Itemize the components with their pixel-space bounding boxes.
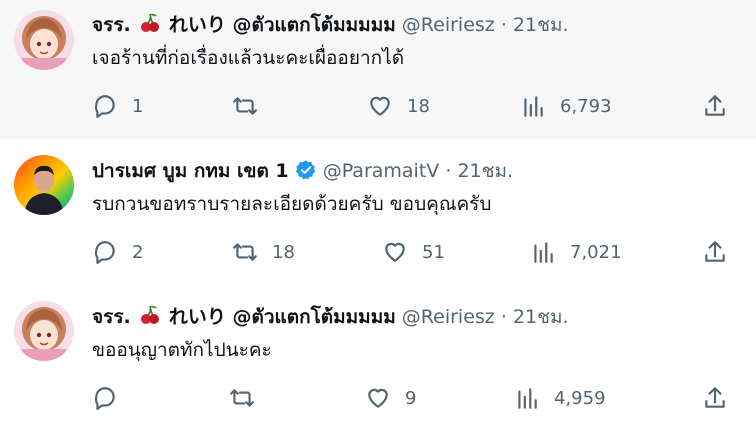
reply-button[interactable]: 2 [92, 237, 143, 267]
like-count: 9 [405, 387, 417, 409]
tweet-text: ขออนุญาตทักไปนะคะ [92, 339, 272, 361]
reply-icon [94, 95, 115, 118]
reply-button[interactable]: 1 [92, 91, 143, 121]
reply-button[interactable] [92, 383, 132, 413]
share-icon [705, 387, 725, 408]
cherry-icon [139, 12, 161, 41]
views-button[interactable]: 4,959 [514, 383, 606, 413]
display-name-suffix[interactable]: れいり @ตัวแตกโต้มมมมม [169, 306, 396, 328]
verified-badge-icon [295, 159, 317, 188]
separator-dot: · [500, 14, 507, 36]
views-icon [524, 96, 543, 117]
tweet-header: จรร. れいり @ตัวแตกโต้มมมมม @Reiriesz · 21ช… [92, 304, 569, 333]
share-button[interactable] [702, 383, 728, 413]
like-button[interactable]: 51 [382, 237, 445, 267]
share-icon [705, 241, 725, 262]
share-icon [705, 95, 725, 116]
like-button[interactable]: 18 [367, 91, 430, 121]
retweet-button[interactable] [232, 91, 272, 121]
share-button[interactable] [702, 91, 728, 121]
avatar[interactable] [14, 10, 74, 70]
tweet-text: เจอร้านที่ก่อเรื่องแล้วนะคะเผื่ออยากได้ [92, 47, 405, 69]
like-count: 18 [407, 95, 430, 117]
views-icon [518, 388, 537, 409]
views-count: 4,959 [554, 387, 606, 409]
handle[interactable]: @Reiriesz [402, 306, 495, 328]
reply-icon [94, 387, 115, 410]
timestamp[interactable]: 21ชม. [513, 14, 569, 36]
views-button[interactable]: 6,793 [520, 91, 612, 121]
views-count: 7,021 [570, 241, 622, 263]
reply-icon [94, 241, 115, 264]
like-button[interactable]: 9 [365, 383, 416, 413]
views-icon [534, 242, 553, 263]
avatar[interactable] [14, 155, 74, 215]
separator-dot: · [445, 160, 452, 182]
avatar[interactable] [14, 301, 74, 361]
retweet-icon [230, 389, 254, 407]
tweet[interactable]: จรร. れいり @ตัวแตกโต้มมมมม @Reiriesz · 21ช… [0, 0, 756, 139]
heart-icon [385, 242, 405, 262]
cherry-icon [139, 304, 161, 333]
retweet-button[interactable] [229, 383, 269, 413]
display-name-suffix[interactable]: れいり @ตัวแตกโต้มมมมม [169, 14, 396, 36]
tweet-header: จรร. れいり @ตัวแตกโต้มมมมม @Reiriesz · 21ช… [92, 12, 569, 41]
retweet-count: 18 [272, 241, 295, 263]
tweet-actions: 2 18 51 7,021 [92, 237, 732, 267]
tweet[interactable]: จรร. れいり @ตัวแตกโต้มมมมม @Reiriesz · 21ช… [0, 285, 756, 428]
like-count: 51 [422, 241, 445, 263]
handle[interactable]: @ParamaitV [323, 160, 440, 182]
heart-icon [370, 96, 390, 116]
views-count: 6,793 [560, 95, 612, 117]
tweet-actions: 1 18 6,793 [92, 91, 732, 121]
reply-count: 1 [132, 95, 144, 117]
tweet-text: รบกวนขอทราบรายละเอียดด้วยครับ ขอบคุณครับ [92, 193, 492, 215]
tweet[interactable]: ปารเมศ บูม กทม เขต 1 @ParamaitV · 21ชม. … [0, 139, 756, 285]
tweet-header: ปารเมศ บูม กทม เขต 1 @ParamaitV · 21ชม. [92, 158, 513, 188]
reply-count: 2 [132, 241, 144, 263]
retweet-icon [233, 97, 257, 115]
retweet-icon [233, 243, 257, 261]
retweet-button[interactable]: 18 [232, 237, 295, 267]
heart-icon [368, 388, 388, 408]
views-button[interactable]: 7,021 [530, 237, 622, 267]
timestamp[interactable]: 21ชม. [513, 306, 569, 328]
display-name[interactable]: ปารเมศ บูม กทม เขต 1 [92, 160, 289, 182]
separator-dot: · [500, 306, 507, 328]
display-name[interactable]: จรร. [92, 14, 131, 36]
tweet-actions: 9 4,959 [92, 383, 732, 413]
handle[interactable]: @Reiriesz [402, 14, 495, 36]
timestamp[interactable]: 21ชม. [457, 160, 513, 182]
share-button[interactable] [702, 237, 728, 267]
display-name[interactable]: จรร. [92, 306, 131, 328]
